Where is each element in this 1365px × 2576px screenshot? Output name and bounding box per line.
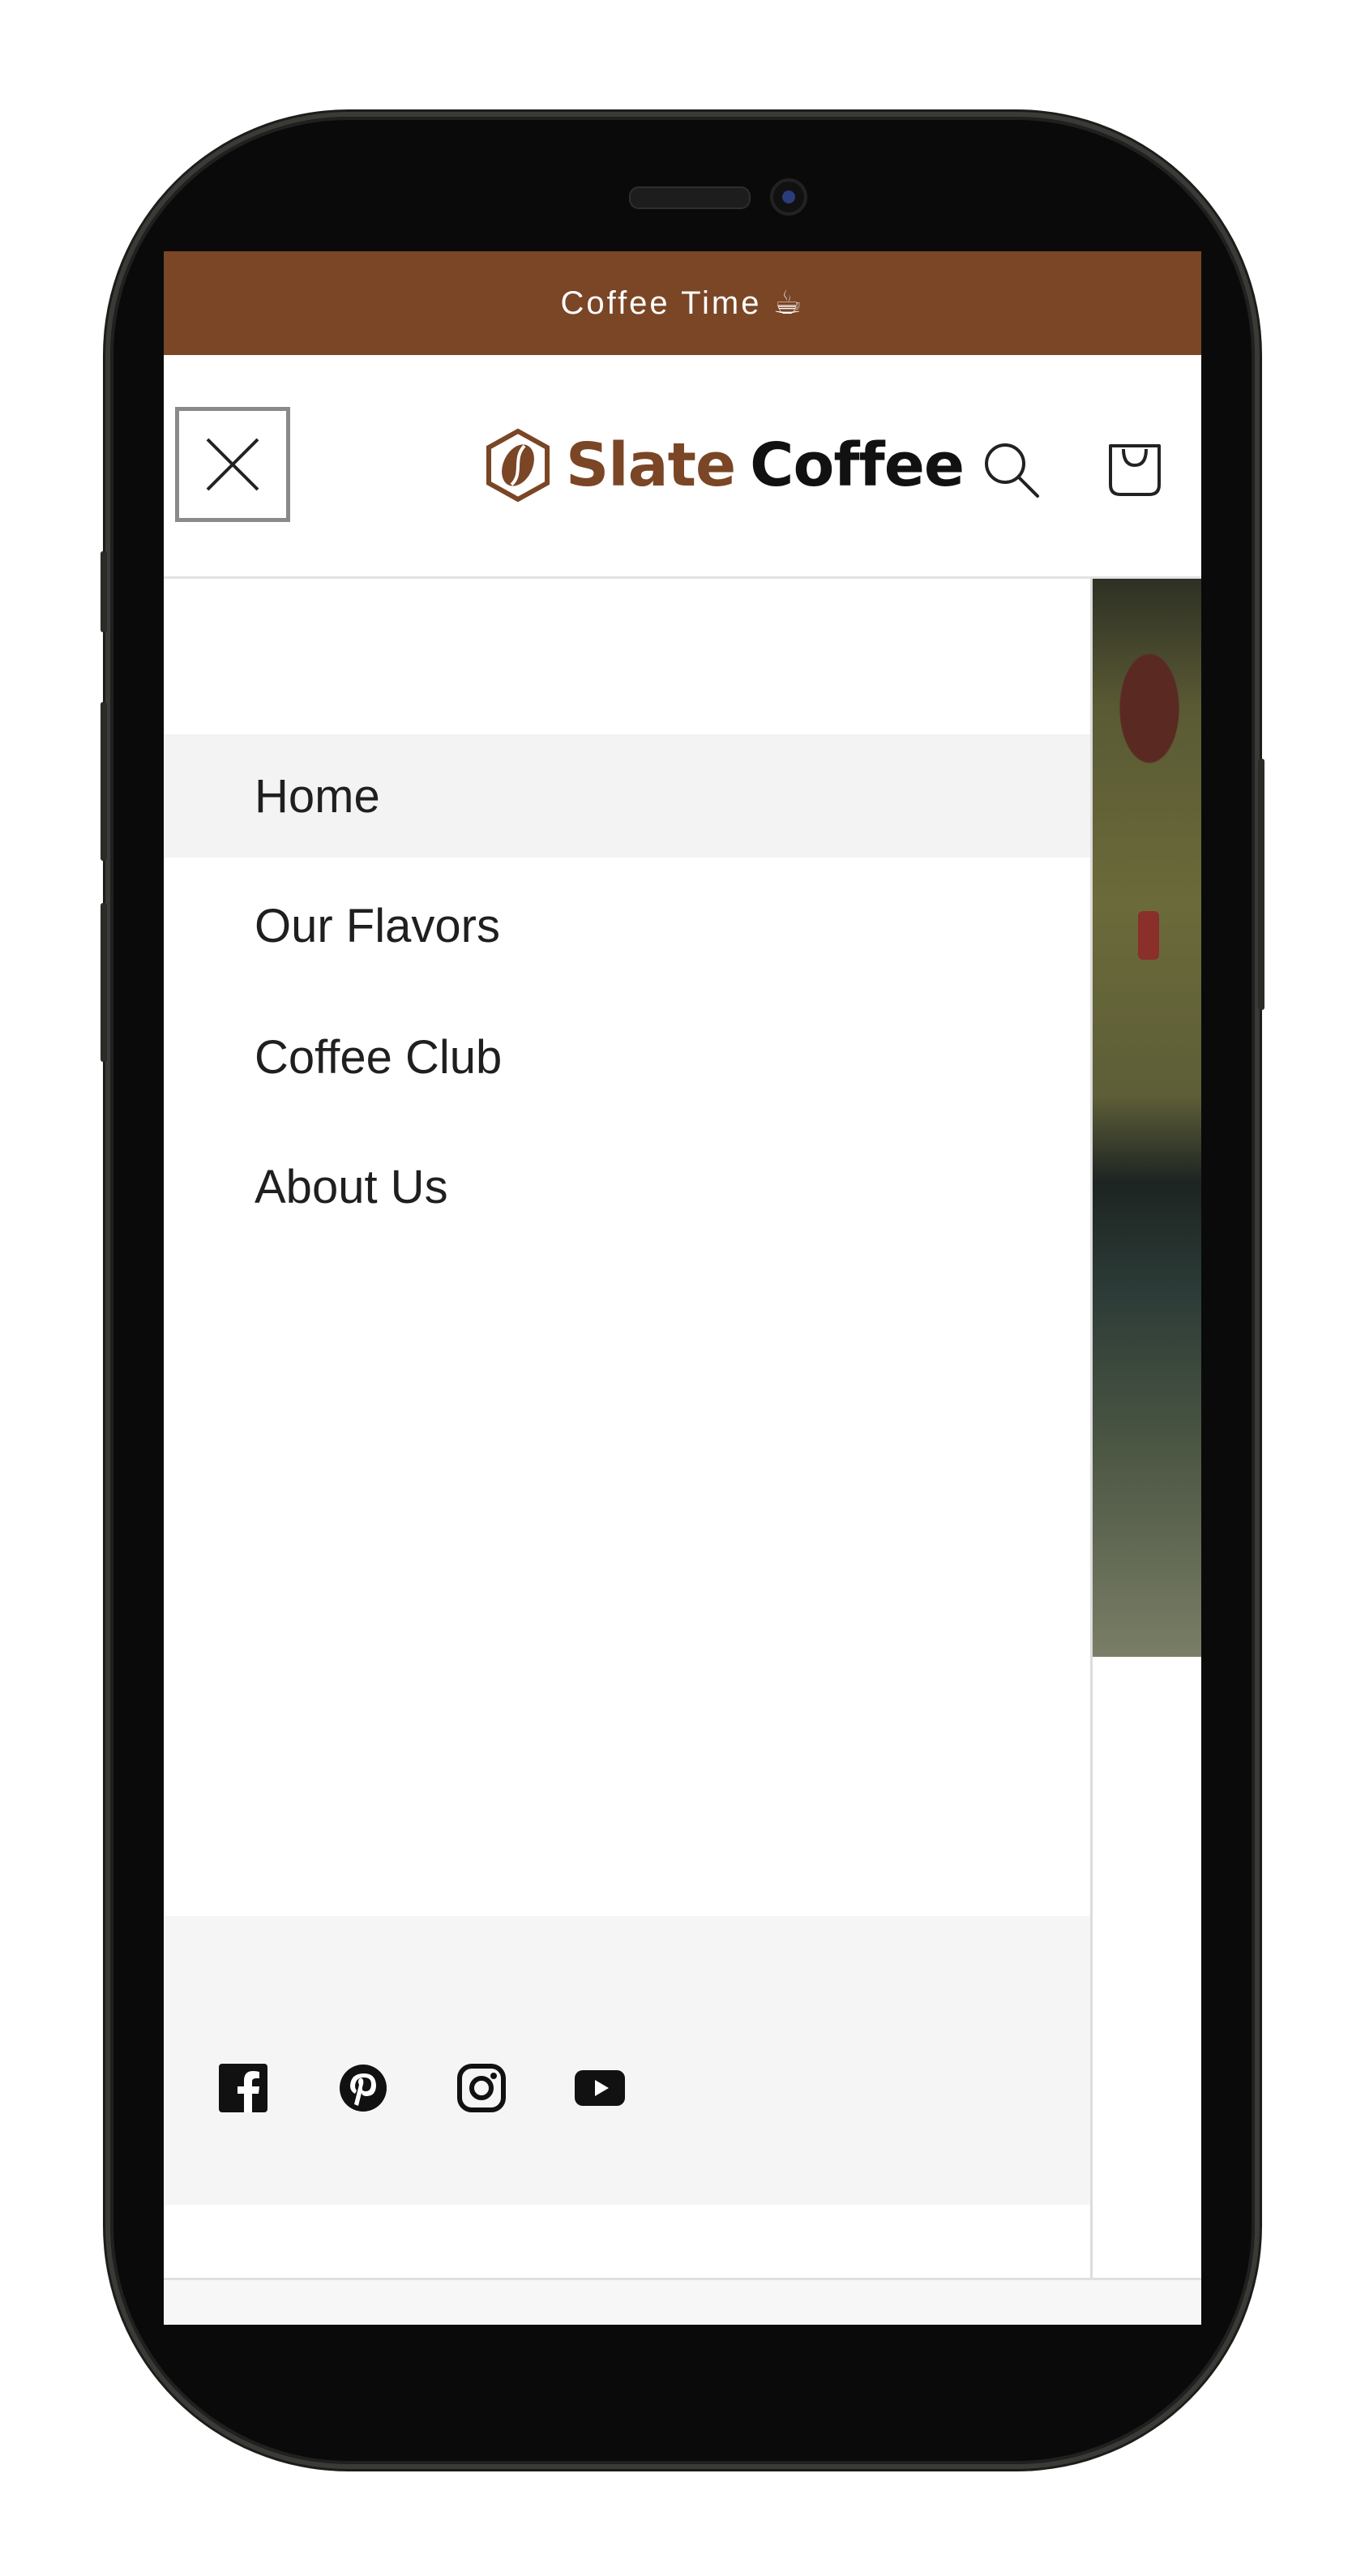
pinterest-link[interactable] [337, 2062, 389, 2114]
instagram-icon [457, 2064, 506, 2112]
hero-image [1093, 579, 1201, 1657]
logo-text-coffee: Coffee [750, 430, 965, 500]
search-icon [985, 443, 1039, 498]
close-menu-button[interactable] [175, 407, 290, 522]
pinterest-icon [340, 2065, 387, 2112]
menu-item-about-us[interactable]: About Us [164, 1125, 1090, 1248]
close-icon [206, 438, 259, 491]
mute-switch [101, 551, 107, 632]
cart-button[interactable] [1104, 434, 1166, 503]
menu-item-home[interactable]: Home [164, 734, 1090, 858]
facebook-icon [219, 2064, 267, 2112]
youtube-icon [575, 2070, 625, 2106]
earpiece-speaker [629, 186, 751, 209]
volume-down-button [101, 903, 107, 1062]
volume-up-button [101, 702, 107, 861]
menu-drawer-footer [164, 1916, 1090, 2205]
menu-item-label: Home [255, 769, 380, 823]
facebook-link[interactable] [217, 2062, 269, 2114]
announcement-bar: Coffee Time ☕ [164, 251, 1201, 355]
menu-item-label: Our Flavors [255, 899, 500, 952]
menu-item-label: About Us [255, 1160, 448, 1213]
menu-item-coffee-club[interactable]: Coffee Club [164, 995, 1090, 1119]
announcement-text: Coffee Time ☕ [560, 285, 805, 321]
power-button [1258, 759, 1264, 1010]
menu-item-label: Coffee Club [255, 1030, 503, 1084]
page-below-drawer [164, 2280, 1201, 2325]
front-camera [770, 178, 807, 216]
site-header: Slate Coffee [164, 355, 1201, 579]
menu-item-our-flavors[interactable]: Our Flavors [164, 864, 1090, 987]
site-logo[interactable]: Slate Coffee [485, 425, 965, 506]
search-button[interactable] [981, 439, 1042, 505]
logo-text-slate: Slate [566, 430, 736, 500]
coffee-bean-logo-icon [486, 428, 550, 503]
hero-image-pen [1138, 911, 1159, 960]
instagram-link[interactable] [456, 2062, 507, 2114]
youtube-link[interactable] [574, 2062, 626, 2114]
cart-icon [1109, 444, 1161, 496]
phone-screen: Coffee Time ☕ Slate Coffee Home Our Flav… [164, 251, 1201, 2325]
